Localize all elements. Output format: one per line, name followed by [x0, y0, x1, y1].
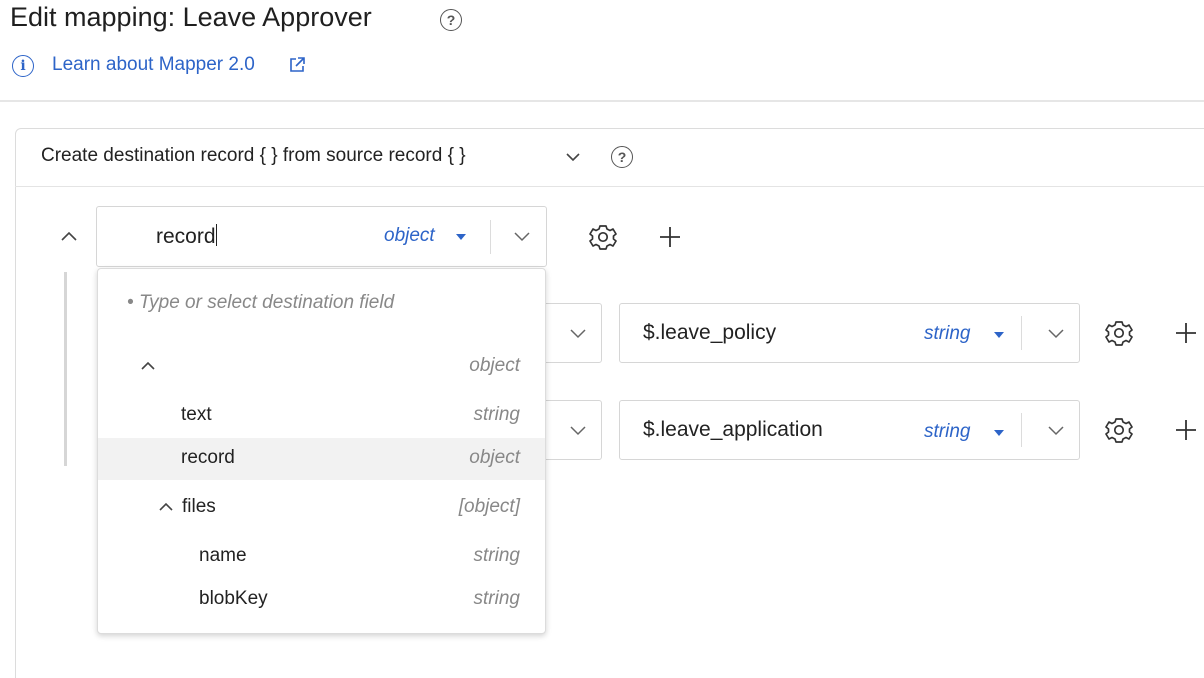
dropdown-item-text[interactable]: text	[181, 404, 212, 426]
row1-source-chevron-down-icon[interactable]	[1047, 328, 1065, 339]
row1-type-caret-icon[interactable]	[994, 332, 1004, 338]
page-title: Edit mapping: Leave Approver	[10, 2, 372, 32]
card-divider	[15, 186, 1204, 187]
dropdown-hint: • Type or select destination field	[127, 292, 395, 313]
row1-source-value[interactable]: $.leave_policy	[643, 321, 776, 345]
dropdown-item-files[interactable]: files	[182, 496, 216, 518]
row2-source-chevron-down-icon[interactable]	[1047, 425, 1065, 436]
help-icon[interactable]: ?	[440, 9, 462, 31]
dropdown-item-type: string	[473, 404, 520, 425]
mapping-mode-label[interactable]: Create destination record { } from sourc…	[41, 145, 466, 167]
dropdown-item-record[interactable]: record	[181, 447, 235, 469]
dropdown-item-type[interactable]: object	[400, 355, 520, 377]
files-chevron-up-icon[interactable]	[158, 502, 174, 512]
add-row-plus-icon[interactable]	[658, 225, 682, 249]
dropdown-item-type: string	[473, 588, 520, 609]
row2-separator	[1021, 413, 1022, 447]
row1-type-label[interactable]: string	[924, 323, 970, 345]
collapse-record-chevron-up-icon[interactable]	[60, 230, 78, 242]
external-link-icon[interactable]	[287, 55, 307, 75]
info-icon: i	[12, 55, 34, 77]
mapping-mode-help-icon[interactable]: ?	[611, 146, 633, 168]
settings-gear-icon[interactable]	[589, 223, 617, 251]
destination-chevron-down-icon[interactable]	[513, 231, 531, 242]
row1-add-plus-icon[interactable]	[1174, 321, 1198, 345]
dropdown-item-blobkey[interactable]: blobKey	[199, 588, 268, 610]
dropdown-item-type: object	[469, 447, 520, 468]
row2-source-value[interactable]: $.leave_application	[643, 418, 823, 442]
row2-type-caret-icon[interactable]	[994, 430, 1004, 436]
dropdown-item-type: [object]	[458, 496, 520, 517]
dropdown-root-chevron-up-icon[interactable]	[140, 361, 156, 371]
mapping-mode-chevron-down-icon[interactable]	[565, 152, 581, 162]
row1-separator	[1021, 316, 1022, 350]
learn-mapper-link[interactable]: Learn about Mapper 2.0	[52, 54, 255, 76]
row2-settings-gear-icon[interactable]	[1105, 416, 1133, 444]
row1-settings-gear-icon[interactable]	[1105, 319, 1133, 347]
type-caret-icon[interactable]	[456, 234, 466, 240]
row1-destination-chevron-down-icon[interactable]	[569, 328, 587, 339]
tree-indent-line	[64, 272, 67, 466]
text-cursor	[215, 224, 218, 246]
destination-field-value[interactable]: record	[156, 224, 218, 249]
dropdown-item-name[interactable]: name	[199, 545, 247, 567]
destination-type-label[interactable]: object	[384, 225, 435, 247]
field-separator	[490, 220, 491, 254]
row2-destination-chevron-down-icon[interactable]	[569, 425, 587, 436]
row2-type-label[interactable]: string	[924, 421, 970, 443]
header-divider	[0, 100, 1204, 102]
row2-add-plus-icon[interactable]	[1174, 418, 1198, 442]
dropdown-item-type: string	[473, 545, 520, 566]
